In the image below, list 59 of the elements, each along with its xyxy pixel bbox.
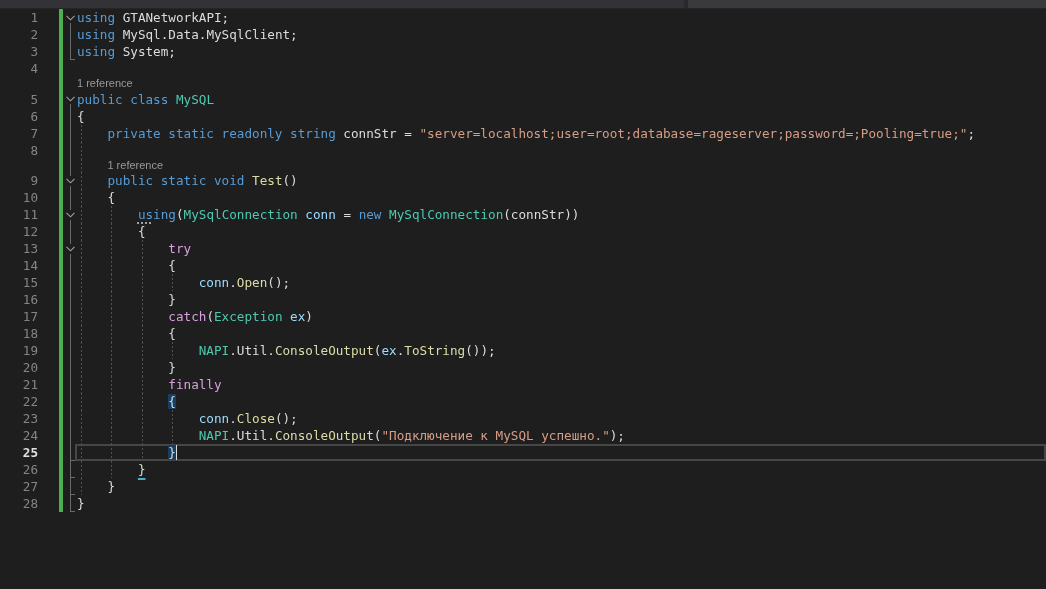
line-number: 19 xyxy=(21,342,39,359)
line-number: 18 xyxy=(21,325,39,342)
code-line: { xyxy=(107,189,116,206)
code-line: { xyxy=(168,257,176,274)
code-line: } xyxy=(168,291,176,308)
code-line: } xyxy=(107,478,116,495)
line-number: 2 xyxy=(29,26,39,43)
line-number: 20 xyxy=(21,359,39,376)
code-line: { xyxy=(77,107,85,125)
line-number: 16 xyxy=(21,291,39,308)
code-line: using System; xyxy=(77,43,176,60)
code-line: conn.Close(); xyxy=(198,410,298,427)
chevron-icon[interactable] xyxy=(66,14,75,21)
line-number: 17 xyxy=(21,308,39,325)
line-number: 24 xyxy=(21,427,39,444)
code-line: { xyxy=(168,325,176,342)
line-number: 14 xyxy=(21,257,39,274)
code-line: } xyxy=(168,359,176,376)
line-number: 9 xyxy=(29,172,39,189)
chevron-icon[interactable] xyxy=(66,211,75,218)
line-number: 12 xyxy=(21,223,39,240)
code-line: catch(Exception ex) xyxy=(168,308,313,325)
line-number: 5 xyxy=(29,90,39,108)
line-number: 26 xyxy=(21,461,39,478)
line-number: 11 xyxy=(21,206,39,223)
chevron-icon[interactable] xyxy=(66,245,75,252)
line-number: 6 xyxy=(29,107,39,125)
line-number: 23 xyxy=(21,410,39,427)
code-line: using MySql.Data.MySqlClient; xyxy=(77,26,298,43)
code-line: conn.Open(); xyxy=(198,274,291,291)
line-number: 28 xyxy=(21,495,39,512)
code-line: } xyxy=(77,495,85,512)
chevron-icon[interactable] xyxy=(66,177,75,184)
code-line: using(MySqlConnection conn = new MySqlConnection(connStr)) xyxy=(137,206,580,223)
reference-count-link[interactable]: 1 reference xyxy=(77,77,133,91)
line-number: 27 xyxy=(21,478,39,495)
code-line: public static void Test() xyxy=(107,172,298,189)
code-line: { xyxy=(137,223,146,240)
code-line: } xyxy=(137,461,146,478)
reference-count-link[interactable]: 1 reference xyxy=(107,158,164,172)
code-line: NAPI.Util.ConsoleOutput(ex.ToString()); xyxy=(198,342,496,359)
line-number: 15 xyxy=(21,274,39,291)
line-number: 3 xyxy=(29,43,39,60)
line-number: 25 xyxy=(21,444,39,461)
code-line: try xyxy=(168,240,192,257)
code-line: NAPI.Util.ConsoleOutput("Подключение к MySQL успешно."); xyxy=(198,427,625,444)
code-line: finally xyxy=(168,376,222,393)
chevron-icon[interactable] xyxy=(66,96,75,102)
line-number: 7 xyxy=(29,124,39,142)
code-line: public class MySQL xyxy=(77,90,214,108)
code-line: private static readonly string connStr = "server=localhost;user=root;database=rageserver;password=;Pooling=true;"; xyxy=(107,124,976,142)
line-number: 4 xyxy=(29,60,39,77)
line-number: 22 xyxy=(21,393,39,410)
line-number: 8 xyxy=(29,141,39,159)
line-number: 10 xyxy=(21,189,39,206)
line-number: 21 xyxy=(21,376,39,393)
line-number: 13 xyxy=(21,240,39,257)
code-line: using GTANetworkAPI; xyxy=(77,9,230,26)
line-number: 1 xyxy=(29,9,39,26)
